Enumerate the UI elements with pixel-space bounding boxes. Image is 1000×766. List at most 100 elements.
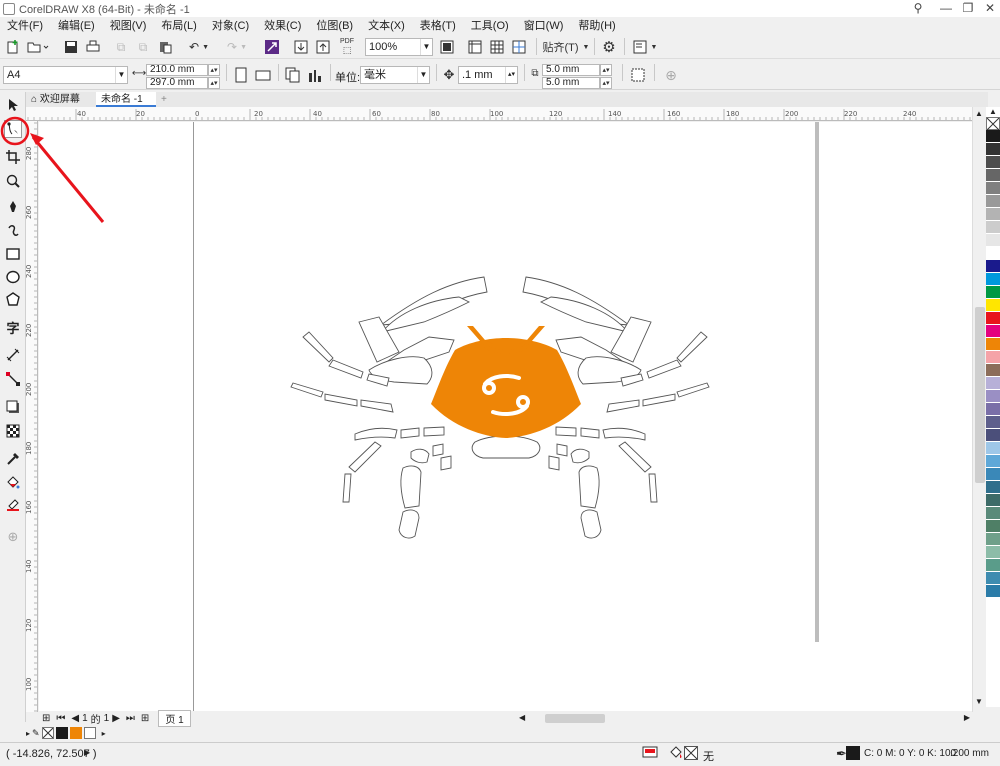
all-pages-icon[interactable] <box>284 65 302 85</box>
menu-effects[interactable]: 效果(C) <box>257 17 309 33</box>
menu-help[interactable]: 帮助(H) <box>571 17 623 33</box>
arrow-pointer-icon[interactable] <box>4 96 22 114</box>
fill-bucket-icon[interactable] <box>668 746 684 763</box>
freehand-icon[interactable] <box>4 198 22 216</box>
save-icon[interactable] <box>62 37 80 57</box>
redo-icon[interactable]: ↷ ▼ <box>222 37 252 57</box>
open-icon[interactable] <box>26 37 50 57</box>
menu-view[interactable]: 视图(V) <box>103 17 155 33</box>
cut-icon[interactable]: ⧉ <box>112 37 130 57</box>
polygon-icon[interactable] <box>4 290 22 308</box>
copy-icon[interactable]: ⧉ <box>134 37 152 57</box>
status-expand-icon[interactable]: ▶ <box>84 748 90 757</box>
scroll-up-icon[interactable]: ▲ <box>975 109 983 118</box>
scroll-right-icon[interactable]: ▶ <box>964 713 970 722</box>
palette-swatch[interactable] <box>986 520 1000 533</box>
snap-to-button[interactable]: 贴齐(T) ▼ <box>542 37 590 57</box>
duplicate-x-field[interactable]: 5.0 mm <box>542 64 600 76</box>
palette-swatch[interactable] <box>986 416 1000 429</box>
palette-swatch[interactable] <box>986 312 1000 325</box>
interactive-fill-icon[interactable] <box>4 474 22 492</box>
add-tool-icon[interactable]: ⊕ <box>4 528 22 546</box>
ellipse-icon[interactable] <box>4 268 22 286</box>
palette-swatch[interactable] <box>986 260 1000 273</box>
horizontal-ruler[interactable]: 40 20 0 20 40 60 80 100 120 140 160 180 200 220 240 <box>26 107 988 121</box>
landscape-icon[interactable] <box>254 65 272 85</box>
eyedropper-icon[interactable] <box>4 450 22 468</box>
palette-swatch[interactable] <box>986 481 1000 494</box>
palette-swatch[interactable] <box>986 221 1000 234</box>
menu-object[interactable]: 对象(C) <box>205 17 257 33</box>
full-screen-icon[interactable] <box>438 37 456 57</box>
page-height-field[interactable]: 297.0 mm <box>146 77 208 89</box>
doc-palette-more-icon[interactable]: ▸ <box>102 729 106 738</box>
application-launcher-icon[interactable]: ▼ <box>630 37 660 57</box>
menu-layout[interactable]: 布局(L) <box>154 17 204 33</box>
tab-untitled-1[interactable]: 未命名 -1 <box>96 92 156 107</box>
no-color-swatch[interactable] <box>986 117 1000 130</box>
doc-swatch-black[interactable] <box>55 727 68 739</box>
menu-file[interactable]: 文件(F) <box>0 17 51 33</box>
add-page-icon[interactable]: ⊞ <box>141 713 149 724</box>
palette-swatch[interactable] <box>986 182 1000 195</box>
smart-fill-icon[interactable] <box>4 496 22 514</box>
options-gear-icon[interactable]: ⚙ <box>600 37 618 57</box>
palette-swatch[interactable] <box>986 377 1000 390</box>
duplicate-y-field[interactable]: 5.0 mm <box>542 77 600 89</box>
palette-swatch[interactable] <box>986 468 1000 481</box>
back-page-icon[interactable]: ◀ <box>71 713 79 724</box>
transparency-icon[interactable] <box>4 422 22 440</box>
doc-palette-eyedropper-icon[interactable]: ✎ <box>32 728 40 739</box>
shape-tool-icon[interactable] <box>4 120 22 138</box>
palette-swatch[interactable] <box>986 130 1000 143</box>
vertical-scrollbar[interactable]: ▲ ▼ <box>972 107 986 712</box>
previous-page-icon[interactable]: ⏮ <box>56 713 65 724</box>
artistic-media-icon[interactable] <box>4 222 22 240</box>
corel-connect-icon[interactable] <box>262 37 282 57</box>
palette-swatch[interactable] <box>986 273 1000 286</box>
palette-swatch[interactable] <box>986 338 1000 351</box>
palette-swatch[interactable] <box>986 247 1000 260</box>
width-spinner[interactable]: ▴▾ <box>208 64 220 76</box>
print-icon[interactable] <box>84 37 102 57</box>
palette-swatch[interactable] <box>986 143 1000 156</box>
palette-swatch[interactable] <box>986 494 1000 507</box>
drawing-canvas[interactable] <box>39 122 972 711</box>
page-size-combo[interactable]: A4 ▼ <box>3 66 128 84</box>
export-icon[interactable] <box>314 37 332 57</box>
palette-swatch[interactable] <box>986 455 1000 468</box>
menu-table[interactable]: 表格(T) <box>413 17 464 33</box>
palette-swatch[interactable] <box>986 533 1000 546</box>
zoom-level-combo[interactable]: 100% ▼ <box>365 38 433 56</box>
palette-swatch[interactable] <box>986 351 1000 364</box>
scroll-left-icon[interactable]: ◀ <box>519 713 525 722</box>
user-icon[interactable]: ⚲ <box>904 0 932 17</box>
publish-pdf-icon[interactable]: PDF ⬚ <box>336 37 358 57</box>
show-rulers-icon[interactable] <box>466 37 484 57</box>
palette-swatch[interactable] <box>986 546 1000 559</box>
nudge-distance-field[interactable]: .1 mm ▴▾ <box>458 66 518 84</box>
show-grid-icon[interactable] <box>488 37 506 57</box>
vertical-ruler[interactable]: 280 260 240 220 200 180 160 140 120 100 <box>26 121 38 712</box>
palette-swatch[interactable] <box>986 429 1000 442</box>
rectangle-icon[interactable] <box>4 245 22 263</box>
close-icon[interactable]: ✕ <box>976 0 1000 17</box>
palette-swatch[interactable] <box>986 585 1000 598</box>
palette-swatch[interactable] <box>986 208 1000 221</box>
menu-edit[interactable]: 编辑(E) <box>51 17 103 33</box>
menu-bitmaps[interactable]: 位图(B) <box>309 17 361 33</box>
doc-swatch-none[interactable] <box>41 727 54 739</box>
next-page-icon[interactable]: ▶ <box>112 713 120 724</box>
last-page-icon[interactable]: ⏭ <box>126 713 135 724</box>
connector-icon[interactable] <box>4 370 22 388</box>
palette-swatch[interactable] <box>986 156 1000 169</box>
color-proof-icon[interactable] <box>642 746 658 763</box>
palette-swatch[interactable] <box>986 325 1000 338</box>
show-guidelines-icon[interactable] <box>510 37 528 57</box>
palette-swatch[interactable] <box>986 234 1000 247</box>
menu-text[interactable]: 文本(X) <box>361 17 413 33</box>
palette-swatch[interactable] <box>986 442 1000 455</box>
palette-swatch[interactable] <box>986 390 1000 403</box>
tab-welcome-screen[interactable]: ⌂ 欢迎屏幕 <box>26 92 96 107</box>
vertical-scroll-thumb[interactable] <box>975 307 985 483</box>
